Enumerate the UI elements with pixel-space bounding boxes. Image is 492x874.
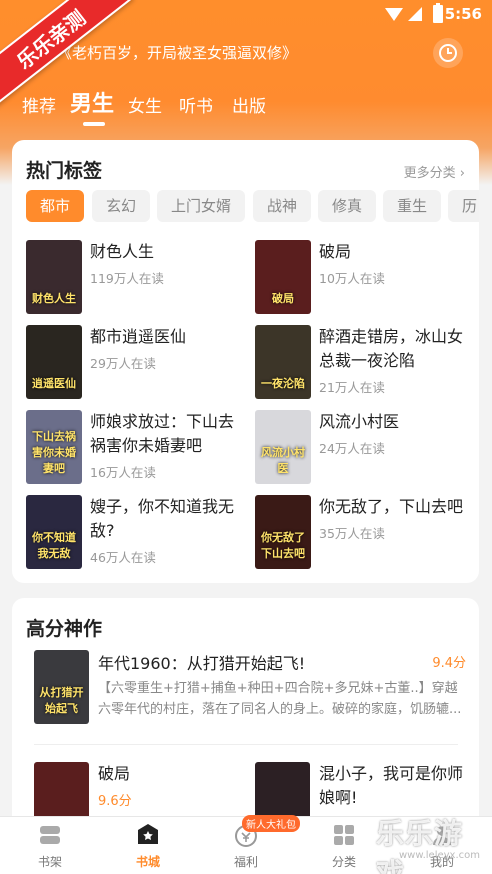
book-description: 【六零重生+打猎+捕鱼+种田+四合院+多兄妹+古董..】穿越六零年代的村庄，落在… bbox=[98, 681, 462, 717]
chip-city[interactable]: 都市 bbox=[26, 190, 85, 222]
search-bar[interactable]: 《老朽百岁，开局被圣女强逼双修》 bbox=[12, 36, 482, 70]
book-item[interactable]: 下山去祸害你未婚妻吧 师娘求放过：下山去祸害你未婚妻吧 16万人在读 bbox=[26, 410, 246, 490]
book-cover[interactable]: 财色人生 bbox=[26, 240, 82, 314]
book-title[interactable]: 醉酒走错房，冰山女总裁一夜沦陷 bbox=[319, 325, 471, 373]
book-cover[interactable]: 你不知道我无敌 bbox=[26, 495, 82, 569]
status-time: 5:56 bbox=[444, 5, 482, 23]
bookshelf-icon bbox=[40, 826, 60, 844]
book-readers: 46万人在读 bbox=[90, 550, 156, 565]
book-cover[interactable]: 下山去祸害你未婚妻吧 bbox=[26, 410, 82, 484]
book-cover[interactable]: 你无敌了下山去吧 bbox=[255, 495, 311, 569]
book-readers: 16万人在读 bbox=[90, 465, 156, 480]
tab-male[interactable]: 男生 bbox=[70, 86, 114, 118]
book-title[interactable]: 都市逍遥医仙 bbox=[90, 325, 242, 349]
chip-rebirth[interactable]: 重生 bbox=[383, 190, 442, 222]
signal-icon bbox=[408, 7, 422, 21]
book-readers: 29万人在读 bbox=[90, 356, 156, 371]
book-item[interactable]: 一夜沦陷 醉酒走错房，冰山女总裁一夜沦陷 21万人在读 bbox=[255, 325, 475, 405]
tab-publish[interactable]: 出版 bbox=[232, 92, 266, 117]
chip-son-in-law[interactable]: 上门女婿 bbox=[157, 190, 246, 222]
section-title: 高分神作 bbox=[26, 618, 103, 640]
divider bbox=[34, 744, 458, 745]
new-user-gift-badge[interactable]: 新人大礼包 bbox=[242, 815, 300, 832]
watermark-text: 乐乐游戏 bbox=[376, 817, 464, 874]
search-text[interactable]: 《老朽百岁，开局被圣女强逼双修》 bbox=[57, 42, 297, 63]
book-cover[interactable]: 破局 bbox=[255, 240, 311, 314]
tab-recommend[interactable]: 推荐 bbox=[22, 92, 56, 117]
nav-category[interactable]: 分类 bbox=[314, 823, 374, 870]
book-score: 9.6分 bbox=[98, 794, 132, 809]
nav-label: 书架 bbox=[37, 855, 62, 869]
chip-war-god[interactable]: 战神 bbox=[253, 190, 312, 222]
book-title[interactable]: 风流小村医 bbox=[319, 410, 471, 434]
category-grid-icon bbox=[334, 825, 354, 845]
chip-history[interactable]: 历 bbox=[448, 190, 479, 222]
book-item[interactable]: 你无敌了下山去吧 你无敌了，下山去吧 35万人在读 bbox=[255, 495, 475, 575]
chip-fantasy[interactable]: 玄幻 bbox=[92, 190, 151, 222]
book-cover[interactable]: 风流小村医 bbox=[255, 410, 311, 484]
featured-book[interactable]: 从打猎开始起飞 年代1960：从打猎开始起飞! 9.4分 【六零重生+打猎+捕鱼… bbox=[26, 650, 466, 740]
history-clock-icon[interactable] bbox=[433, 38, 463, 68]
book-item[interactable]: 风流小村医 风流小村医 24万人在读 bbox=[255, 410, 475, 490]
hot-tags-card: 热门标签 更多分类 › 都市 玄幻 上门女婿 战神 修真 重生 历 财色人生 财… bbox=[12, 140, 479, 583]
watermark-url: www.leleyx.com bbox=[398, 850, 480, 861]
book-title[interactable]: 混小子，我可是你师娘啊! bbox=[319, 762, 471, 810]
bookstore-icon bbox=[138, 824, 158, 844]
book-score: 9.4分 bbox=[432, 656, 466, 671]
wifi-icon bbox=[385, 8, 403, 21]
tab-audiobook[interactable]: 听书 bbox=[179, 92, 213, 117]
book-title[interactable]: 财色人生 bbox=[90, 240, 242, 264]
book-readers: 119万人在读 bbox=[90, 271, 164, 286]
tab-female[interactable]: 女生 bbox=[128, 92, 162, 117]
tab-indicator bbox=[83, 122, 105, 126]
book-cover[interactable]: 从打猎开始起飞 bbox=[34, 650, 89, 724]
nav-label: 分类 bbox=[331, 855, 356, 869]
book-readers: 10万人在读 bbox=[319, 271, 385, 286]
top-rated-card: 高分神作 从打猎开始起飞 年代1960：从打猎开始起飞! 9.4分 【六零重生+… bbox=[12, 598, 479, 838]
book-readers: 21万人在读 bbox=[319, 380, 385, 395]
tag-chips: 都市 玄幻 上门女婿 战神 修真 重生 历 bbox=[26, 140, 479, 230]
nav-bookstore[interactable]: 书城 bbox=[118, 823, 178, 870]
book-title[interactable]: 破局 bbox=[98, 762, 250, 786]
book-item[interactable]: 财色人生 财色人生 119万人在读 bbox=[26, 240, 246, 320]
book-title[interactable]: 你无敌了，下山去吧 bbox=[319, 495, 471, 519]
book-item[interactable]: 逍遥医仙 都市逍遥医仙 29万人在读 bbox=[26, 325, 246, 405]
book-title[interactable]: 破局 bbox=[319, 240, 471, 264]
book-readers: 24万人在读 bbox=[319, 441, 385, 456]
battery-icon bbox=[433, 3, 443, 23]
book-title[interactable]: 师娘求放过：下山去祸害你未婚妻吧 bbox=[90, 410, 242, 458]
chip-cultivation[interactable]: 修真 bbox=[318, 190, 377, 222]
book-cover[interactable]: 一夜沦陷 bbox=[255, 325, 311, 399]
book-title[interactable]: 年代1960：从打猎开始起飞! bbox=[98, 650, 305, 674]
nav-label: 福利 bbox=[233, 855, 258, 869]
book-cover[interactable] bbox=[34, 762, 89, 822]
nav-label: 书城 bbox=[135, 855, 160, 869]
book-item[interactable]: 你不知道我无敌 嫂子，你不知道我无敌? 46万人在读 bbox=[26, 495, 246, 575]
book-cover[interactable]: 逍遥医仙 bbox=[26, 325, 82, 399]
book-title[interactable]: 嫂子，你不知道我无敌? bbox=[90, 495, 242, 543]
watermark: 乐乐游戏 www.leleyx.com bbox=[376, 812, 488, 874]
book-readers: 35万人在读 bbox=[319, 526, 385, 541]
nav-bookshelf[interactable]: 书架 bbox=[20, 823, 80, 870]
book-item[interactable]: 破局 破局 10万人在读 bbox=[255, 240, 475, 320]
book-cover[interactable] bbox=[255, 762, 310, 822]
